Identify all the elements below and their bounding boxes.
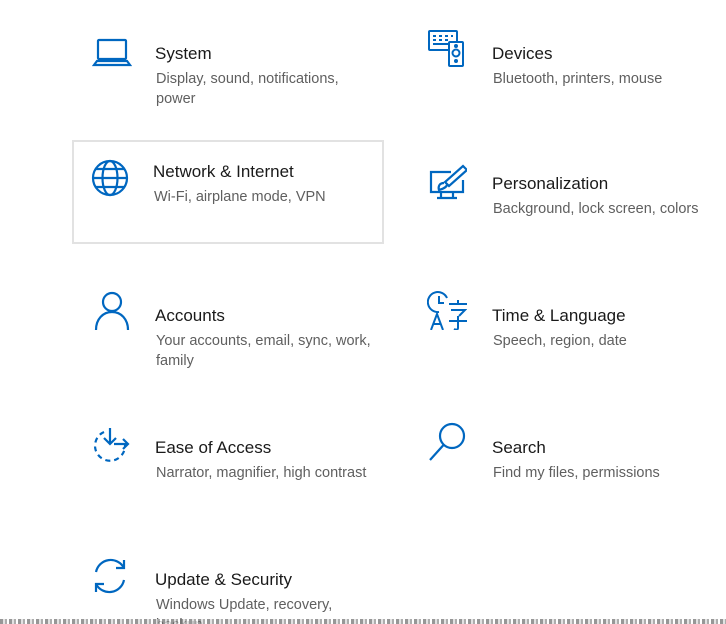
- settings-tile-ease-of-access[interactable]: Ease of Access Narrator, magnifier, high…: [74, 416, 386, 520]
- settings-tile-update-security[interactable]: Update & Security Windows Update, recove…: [74, 548, 386, 624]
- update-sync-icon: [90, 556, 130, 596]
- tile-title: Update & Security: [155, 570, 293, 589]
- tile-description: Display, sound, notifications, power: [156, 71, 339, 107]
- tile-title: Personalization: [492, 174, 609, 193]
- tile-title: Search: [492, 438, 546, 457]
- settings-home-page: System Display, sound, notifications, po…: [0, 0, 726, 624]
- settings-tile-devices[interactable]: Devices Bluetooth, printers, mouse: [411, 22, 723, 126]
- settings-tile-network-internet[interactable]: Network & Internet Wi-Fi, airplane mode,…: [72, 140, 384, 244]
- globe-icon: [90, 158, 130, 198]
- settings-tile-accounts[interactable]: Accounts Your accounts, email, sync, wor…: [74, 284, 386, 388]
- laptop-icon: [92, 34, 132, 74]
- tile-description: Bluetooth, printers, mouse: [493, 71, 663, 87]
- tile-description: Find my files, permissions: [493, 465, 660, 481]
- overlapping-window-edge: [0, 619, 726, 624]
- paint-brush-icon: [427, 164, 467, 204]
- settings-tile-search[interactable]: Search Find my files, permissions: [411, 416, 723, 520]
- settings-tile-time-language[interactable]: Time & Language Speech, region, date: [411, 284, 723, 388]
- tile-description: Narrator, magnifier, high contrast: [156, 465, 367, 481]
- search-icon: [427, 422, 467, 462]
- tile-description: Speech, region, date: [493, 333, 627, 349]
- settings-tile-personalization[interactable]: Personalization Background, lock screen,…: [411, 152, 723, 256]
- tile-title: Ease of Access: [155, 438, 272, 457]
- tile-title: Network & Internet: [153, 162, 294, 181]
- tile-title: Accounts: [155, 306, 225, 325]
- settings-tile-system[interactable]: System Display, sound, notifications, po…: [74, 22, 386, 126]
- tile-title: Time & Language: [492, 306, 626, 325]
- tile-title: Devices: [492, 44, 553, 63]
- tile-description: Your accounts, email, sync, work, family: [156, 333, 371, 369]
- tile-title: System: [155, 44, 212, 63]
- time-language-icon: [427, 290, 467, 330]
- person-icon: [92, 290, 132, 330]
- devices-icon: [427, 28, 467, 68]
- tile-description: Background, lock screen, colors: [493, 201, 699, 217]
- tile-description: Wi-Fi, airplane mode, VPN: [154, 189, 326, 205]
- ease-of-access-icon: [90, 426, 130, 466]
